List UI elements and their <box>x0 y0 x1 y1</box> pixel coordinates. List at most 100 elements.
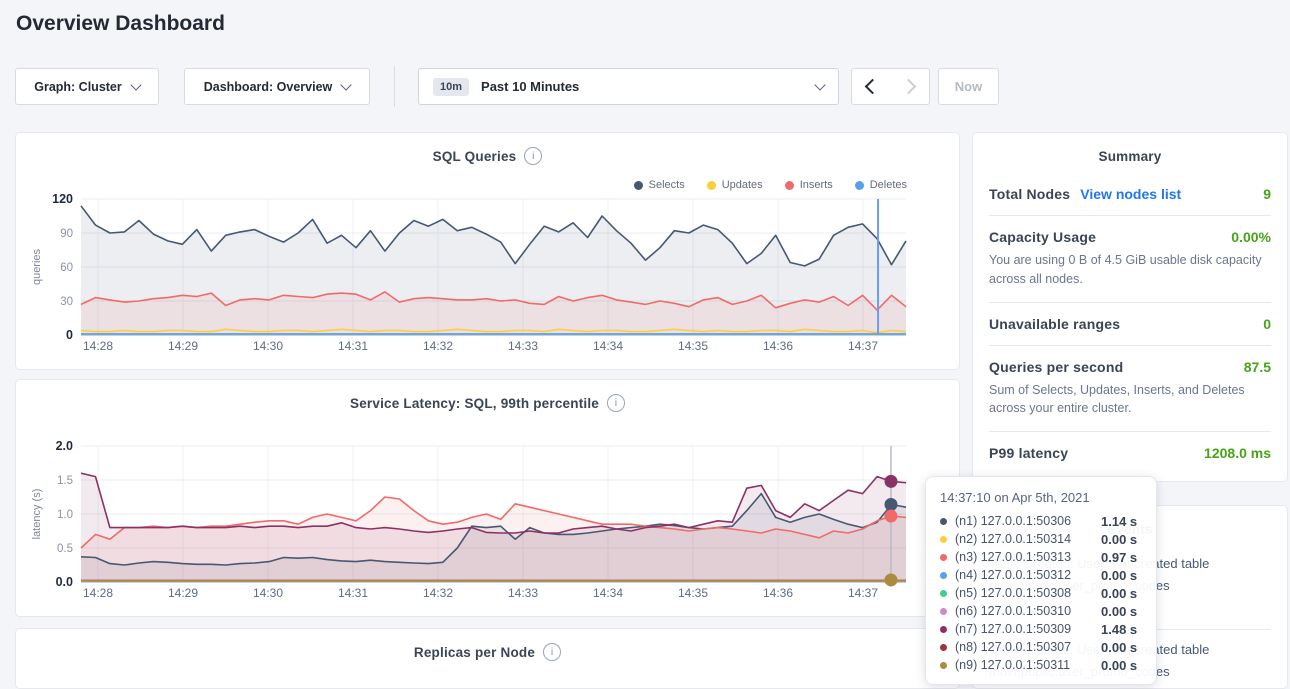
tooltip-node-row: (n7) 127.0.0.1:503091.48 s <box>940 620 1142 638</box>
summary-value: 1208.0 ms <box>1204 445 1271 461</box>
svg-text:60: 60 <box>60 262 73 274</box>
node-latency-value: 1.48 s <box>1101 622 1137 637</box>
graph-dropdown-label: Graph: Cluster <box>34 80 122 94</box>
svg-text:14:34: 14:34 <box>593 586 623 600</box>
tooltip-node-row: (n9) 127.0.0.1:503110.00 s <box>940 656 1142 674</box>
dashboard-dropdown-label: Dashboard: Overview <box>204 80 333 94</box>
tooltip-node-row: (n3) 127.0.0.1:503130.97 s <box>940 548 1142 566</box>
summary-label: Capacity Usage <box>989 229 1096 245</box>
tooltip-node-row: (n5) 127.0.0.1:503080.00 s <box>940 584 1142 602</box>
node-latency-value: 0.00 s <box>1101 532 1137 547</box>
svg-text:latency (s): latency (s) <box>31 489 43 540</box>
svg-text:90: 90 <box>60 228 73 240</box>
node-dot-icon <box>940 590 947 597</box>
time-prev-button[interactable] <box>851 68 891 105</box>
svg-text:14:29: 14:29 <box>168 339 198 353</box>
replicas-per-node-title: Replicas per Node i <box>16 643 959 661</box>
svg-text:14:28: 14:28 <box>83 586 113 600</box>
node-latency-value: 0.00 s <box>1101 604 1137 619</box>
tooltip-node-row: (n8) 127.0.0.1:503070.00 s <box>940 638 1142 656</box>
node-address: (n8) 127.0.0.1:50307 <box>955 640 1101 654</box>
divider <box>989 215 1271 216</box>
tooltip-timestamp: 14:37:10 on Apr 5th, 2021 <box>940 490 1142 505</box>
node-latency-value: 0.00 s <box>1101 586 1137 601</box>
summary-label: Queries per second <box>989 359 1123 375</box>
svg-text:14:28: 14:28 <box>83 339 113 353</box>
svg-text:14:36: 14:36 <box>763 586 793 600</box>
summary-label: Total Nodes <box>989 186 1070 202</box>
svg-text:0.0: 0.0 <box>56 575 73 589</box>
node-dot-icon <box>940 572 947 579</box>
svg-text:0.5: 0.5 <box>57 543 73 555</box>
node-dot-icon <box>940 518 947 525</box>
service-latency-chart[interactable]: 14:2814:2914:3014:3114:3214:3314:3414:35… <box>16 380 960 617</box>
time-range-badge: 10m <box>433 78 469 96</box>
tooltip-node-row: (n6) 127.0.0.1:503100.00 s <box>940 602 1142 620</box>
summary-label: Unavailable ranges <box>989 316 1120 332</box>
now-button-label: Now <box>955 79 982 94</box>
service-latency-card: Service Latency: SQL, 99th percentile i … <box>15 379 960 617</box>
svg-text:0: 0 <box>66 328 73 342</box>
node-dot-icon <box>940 662 947 669</box>
node-latency-value: 0.00 s <box>1101 568 1137 583</box>
node-address: (n7) 127.0.0.1:50309 <box>955 622 1101 636</box>
divider <box>989 345 1271 346</box>
svg-text:120: 120 <box>52 192 73 206</box>
controls-divider <box>394 66 395 107</box>
svg-text:14:36: 14:36 <box>763 339 793 353</box>
node-dot-icon <box>940 554 947 561</box>
time-range-label: Past 10 Minutes <box>481 79 579 94</box>
svg-text:30: 30 <box>60 296 73 308</box>
svg-text:14:32: 14:32 <box>423 586 453 600</box>
svg-text:14:37: 14:37 <box>848 339 878 353</box>
svg-text:14:30: 14:30 <box>253 586 283 600</box>
node-latency-value: 0.00 s <box>1101 658 1137 673</box>
info-icon[interactable]: i <box>543 643 561 661</box>
node-latency-value: 1.14 s <box>1101 514 1137 529</box>
chart-title-text: Replicas per Node <box>414 645 535 660</box>
summary-description: Sum of Selects, Updates, Inserts, and De… <box>989 381 1271 419</box>
summary-row-p99: P99 latency 1208.0 ms <box>989 445 1271 461</box>
chart-hover-tooltip: 14:37:10 on Apr 5th, 2021 (n1) 127.0.0.1… <box>925 476 1157 685</box>
node-address: (n6) 127.0.0.1:50310 <box>955 604 1101 618</box>
view-nodes-list-link[interactable]: View nodes list <box>1080 186 1181 202</box>
svg-text:14:35: 14:35 <box>678 339 708 353</box>
tooltip-node-row: (n1) 127.0.0.1:503061.14 s <box>940 512 1142 530</box>
svg-text:14:33: 14:33 <box>508 339 538 353</box>
node-address: (n2) 127.0.0.1:50314 <box>955 532 1101 546</box>
svg-text:14:32: 14:32 <box>423 339 453 353</box>
node-address: (n3) 127.0.0.1:50313 <box>955 550 1101 564</box>
node-dot-icon <box>940 626 947 633</box>
summary-value: 0 <box>1263 316 1271 332</box>
svg-text:14:31: 14:31 <box>338 339 368 353</box>
svg-text:1.5: 1.5 <box>57 475 73 487</box>
chevron-down-icon <box>814 79 825 90</box>
summary-label: P99 latency <box>989 445 1068 461</box>
chevron-down-icon <box>130 79 141 90</box>
sql-queries-chart[interactable]: 14:2814:2914:3014:3114:3214:3314:3414:35… <box>16 133 960 370</box>
now-button[interactable]: Now <box>938 68 999 105</box>
summary-value: 9 <box>1263 186 1271 202</box>
summary-row-capacity: Capacity Usage 0.00% You are using 0 B o… <box>989 229 1271 289</box>
node-address: (n5) 127.0.0.1:50308 <box>955 586 1101 600</box>
summary-row-qps: Queries per second 87.5 Sum of Selects, … <box>989 359 1271 419</box>
svg-text:14:37: 14:37 <box>848 586 878 600</box>
time-range-selector[interactable]: 10m Past 10 Minutes <box>418 68 839 105</box>
summary-panel: Summary Total Nodes View nodes list 9 Ca… <box>972 132 1288 482</box>
graph-dropdown[interactable]: Graph: Cluster <box>15 68 159 105</box>
chevron-left-icon <box>865 79 881 95</box>
svg-text:14:35: 14:35 <box>678 586 708 600</box>
dashboard-dropdown[interactable]: Dashboard: Overview <box>184 68 370 105</box>
tooltip-node-row: (n2) 127.0.0.1:503140.00 s <box>940 530 1142 548</box>
divider <box>989 302 1271 303</box>
node-latency-value: 0.00 s <box>1101 640 1137 655</box>
tooltip-node-row: (n4) 127.0.0.1:503120.00 s <box>940 566 1142 584</box>
node-latency-value: 0.97 s <box>1101 550 1137 565</box>
time-next-button[interactable] <box>890 68 930 105</box>
svg-text:14:29: 14:29 <box>168 586 198 600</box>
summary-title: Summary <box>973 149 1287 164</box>
sql-queries-card: SQL Queries i Selects Updates Inserts De… <box>15 132 960 370</box>
summary-row-total-nodes: Total Nodes View nodes list 9 <box>989 186 1271 202</box>
chevron-down-icon <box>341 79 352 90</box>
chevron-right-icon <box>900 79 916 95</box>
